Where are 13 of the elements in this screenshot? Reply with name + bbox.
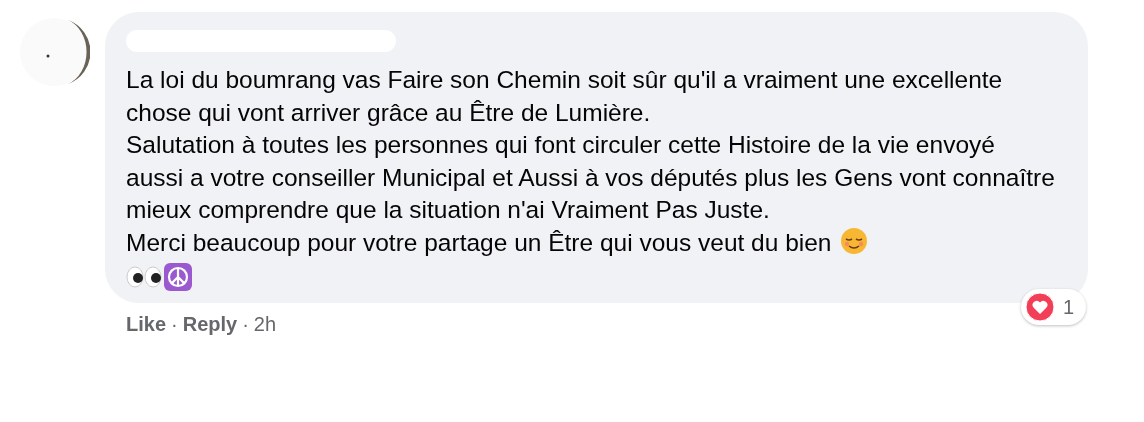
separator-dot: ·	[171, 312, 178, 337]
comment-text: La loi du boumrang vas Faire son Chemin soit sûr qu'il a vraiment une excellente chose qui vont arriver grâce au Être de Lumière.	[126, 65, 1004, 128]
relieved-face-icon	[839, 226, 868, 255]
reaction-count: 1	[1062, 295, 1074, 320]
timestamp[interactable]: 2h	[253, 309, 277, 339]
reaction-badge[interactable]: 1	[1020, 289, 1086, 325]
action-link[interactable]: Reply	[182, 309, 238, 339]
comment-text: Salutation à toutes les personnes qui font circuler cette Histoire de la vie envoyé aussi a votre conseiller Municipal et Aussi à vos députés plus les Gens vont connaître mieux comprendre que la situation n'ai Vraiment Pas Juste.	[126, 130, 1056, 225]
peace-sign-icon	[164, 263, 192, 291]
separator-dot: ·	[242, 312, 249, 337]
comment-text: Merci beaucoup pour votre partage un Être qui vous veut du bien	[126, 226, 1056, 259]
eyes-icon	[126, 266, 162, 288]
action-link[interactable]: Like	[126, 309, 167, 339]
